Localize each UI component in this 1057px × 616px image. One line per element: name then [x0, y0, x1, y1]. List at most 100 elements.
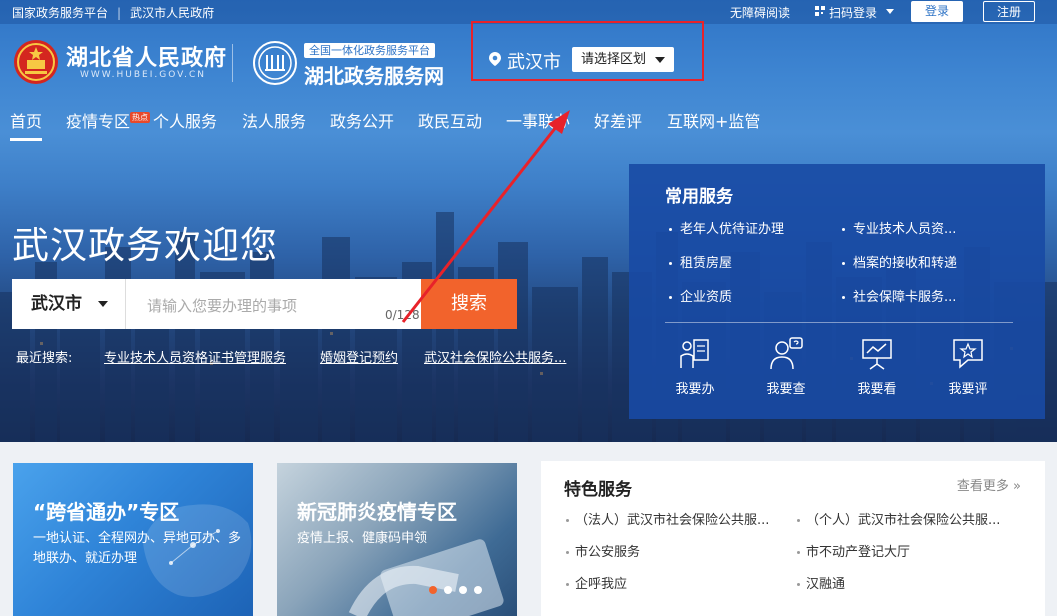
current-city: 武汉市 — [507, 52, 561, 73]
action-rate[interactable]: 我要评 — [933, 336, 1003, 397]
bullet-icon — [669, 296, 672, 299]
presentation-board-icon — [862, 339, 892, 370]
service-item[interactable]: 企业资质 — [669, 286, 732, 305]
featured-item-label: （个人）武汉市社会保险公共服... — [806, 513, 1001, 528]
nav-item-home[interactable]: 首页 — [10, 108, 43, 141]
service-item[interactable]: 档案的接收和转递 — [842, 252, 957, 271]
divider: | — [117, 6, 122, 20]
recent-search-item[interactable]: 专业技术人员资格证书管理服务 — [104, 347, 286, 366]
featured-item[interactable]: 汉融通 — [797, 573, 845, 592]
featured-item[interactable]: （个人）武汉市社会保险公共服... — [797, 509, 1000, 528]
card-title: “跨省通办”专区 — [33, 500, 180, 524]
featured-item-label: （法人）武汉市社会保险公共服... — [575, 513, 770, 528]
search-button[interactable]: 搜索 — [421, 279, 517, 329]
district-select[interactable]: 请选择区划 — [572, 47, 674, 72]
featured-item[interactable]: 企呼我应 — [566, 573, 627, 592]
login-button[interactable]: 登录 — [911, 1, 963, 22]
register-button[interactable]: 注册 — [983, 1, 1035, 22]
nav-item-public-affairs[interactable]: 政务公开 — [330, 108, 394, 132]
welcome-heading: 武汉政务欢迎您 — [12, 224, 278, 267]
bullet-icon — [842, 262, 845, 265]
featured-item[interactable]: （法人）武汉市社会保险公共服... — [566, 509, 769, 528]
common-services-panel: 常用服务 老年人优待证办理 专业技术人员资... 租赁房屋 档案的接收和转递 企… — [629, 164, 1045, 419]
hubei-gov-title[interactable]: 湖北省人民政府 — [66, 40, 227, 72]
nav-item-personal[interactable]: 个人服务 — [153, 108, 217, 132]
carousel-dot[interactable] — [459, 586, 467, 594]
national-emblem-icon[interactable] — [12, 38, 60, 86]
featured-item-label: 企呼我应 — [575, 577, 628, 592]
epidemic-zone-card[interactable]: 新冠肺炎疫情专区 疫情上报、健康码申领 — [277, 463, 517, 616]
accessibility-link[interactable]: 无障碍阅读 — [730, 4, 790, 21]
featured-services-panel: 特色服务 查看更多 » （法人）武汉市社会保险公共服... （个人）武汉市社会保… — [541, 461, 1045, 616]
action-query[interactable]: 我要查 — [751, 336, 821, 397]
chevron-down-icon — [886, 9, 894, 14]
hubei-gov-url: WWW.HUBEI.GOV.CN — [80, 70, 207, 80]
qr-scan-icon — [815, 6, 825, 16]
bullet-icon — [797, 551, 800, 554]
bullet-icon — [566, 551, 569, 554]
common-services-title: 常用服务 — [665, 187, 733, 207]
card-title: 新冠肺炎疫情专区 — [297, 500, 457, 524]
divider — [665, 322, 1013, 323]
action-view[interactable]: 我要看 — [842, 336, 912, 397]
recent-search-label: 最近搜索: — [16, 351, 73, 366]
government-service-logo-icon[interactable] — [252, 40, 298, 86]
bullet-icon — [669, 228, 672, 231]
chevron-down-icon — [98, 301, 108, 307]
platform-title[interactable]: 湖北政务服务网 — [304, 60, 444, 89]
card-desc: 疫情上报、健康码申领 — [297, 531, 428, 546]
rating-comment-icon — [953, 339, 983, 369]
service-item-label: 企业资质 — [680, 290, 733, 305]
nav-item-epidemic[interactable]: 疫情专区 热点 — [66, 108, 151, 132]
nav-item-legal-person[interactable]: 法人服务 — [242, 108, 306, 132]
nav-item-label: 疫情专区 — [66, 112, 131, 131]
service-item-label: 租赁房屋 — [680, 256, 733, 271]
person-question-icon — [770, 337, 803, 370]
service-item-label: 社会保障卡服务... — [853, 290, 957, 305]
service-item-label: 老年人优待证办理 — [680, 222, 785, 237]
header-divider — [232, 44, 233, 82]
action-label: 我要评 — [948, 382, 988, 397]
nav-item-interaction[interactable]: 政民互动 — [418, 108, 482, 132]
location-pin-icon — [489, 52, 501, 66]
carousel-dots — [429, 579, 489, 598]
featured-item-label: 市不动产登记大厅 — [806, 545, 911, 560]
featured-item[interactable]: 市公安服务 — [566, 541, 640, 560]
service-item[interactable]: 社会保障卡服务... — [842, 286, 956, 305]
search-city-select[interactable]: 武汉市 — [12, 279, 126, 329]
bullet-icon — [797, 583, 800, 586]
carousel-dot[interactable] — [444, 586, 452, 594]
action-do[interactable]: 我要办 — [660, 336, 730, 397]
service-item[interactable]: 老年人优待证办理 — [669, 218, 784, 237]
bullet-icon — [797, 519, 800, 522]
chevron-down-icon — [655, 57, 665, 63]
featured-item[interactable]: 市不动产登记大厅 — [797, 541, 910, 560]
nav-item-rating[interactable]: 好差评 — [594, 108, 642, 132]
nav-item-one-stop[interactable]: 一事联办 — [506, 108, 570, 132]
service-item[interactable]: 专业技术人员资... — [842, 218, 956, 237]
cross-province-card[interactable]: “跨省通办”专区 一地认证、全程网办、异地可办、多地联办、就近办理 — [13, 463, 253, 616]
service-item-label: 档案的接收和转递 — [853, 256, 958, 271]
recent-search-item[interactable]: 婚姻登记预约 — [320, 347, 398, 366]
scan-login-link[interactable]: 扫码登录 — [829, 4, 877, 21]
search-input[interactable]: 请输入您要办理的事项 — [147, 295, 297, 316]
search-bar: 武汉市 请输入您要办理的事项 0/128 搜索 — [12, 279, 517, 329]
hot-badge: 热点 — [130, 112, 151, 123]
wuhan-gov-link[interactable]: 武汉市人民政府 — [130, 6, 214, 20]
carousel-dot-active[interactable] — [429, 586, 437, 594]
carousel-dot[interactable] — [474, 586, 482, 594]
action-label: 我要办 — [675, 382, 715, 397]
national-platform-link[interactable]: 国家政务服务平台 — [12, 6, 108, 20]
platform-tag: 全国一体化政务服务平台 — [304, 43, 435, 58]
action-label: 我要查 — [766, 382, 806, 397]
double-chevron-right-icon: » — [1013, 479, 1021, 494]
service-item[interactable]: 租赁房屋 — [669, 252, 732, 271]
person-desk-icon — [680, 339, 709, 368]
service-item-label: 专业技术人员资... — [853, 222, 957, 237]
view-more-link[interactable]: 查看更多 » — [957, 475, 1021, 494]
bullet-icon — [566, 519, 569, 522]
search-city-label: 武汉市 — [31, 294, 82, 314]
nav-item-supervision[interactable]: 互联网+监管 — [667, 108, 760, 132]
card-desc: 一地认证、全程网办、异地可办、多地联办、就近办理 — [33, 531, 242, 566]
recent-search-item[interactable]: 武汉社会保险公共服务... — [424, 347, 566, 366]
